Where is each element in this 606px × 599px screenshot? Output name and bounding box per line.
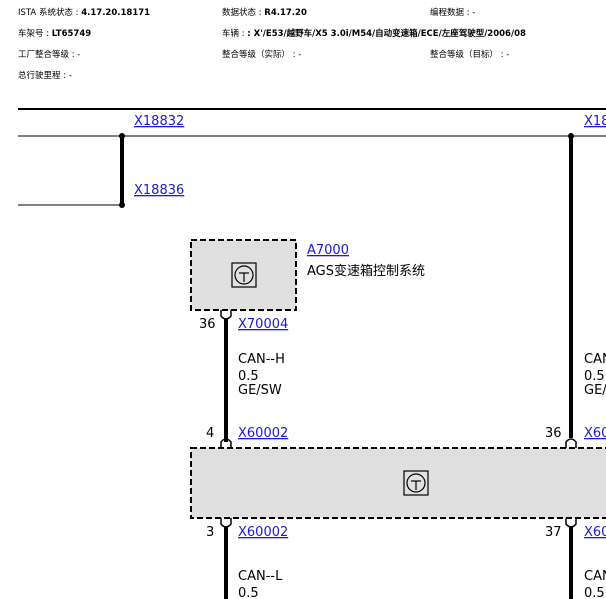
connector-x18832-link[interactable]: X18832 [134,114,184,129]
connector-x60002-bottom-link[interactable]: X60002 [238,525,288,540]
pin-marker-bus-right-bottom [565,518,577,528]
pin-marker-bus-left-bottom [220,518,232,528]
wiring-diagram: X18832 X18 X18836 A7000 AGS变速箱控制系统 36 X7… [18,114,606,599]
wire-signal-can-h: CAN--H [238,352,285,367]
pin-marker-module [220,310,232,320]
pin-37-bus: 37 [545,525,562,540]
wire-size-left-bottom: 0.5 [238,586,259,599]
wire-color-right-top: GE/ [584,383,606,398]
pin-marker-bus-right-top [565,438,577,448]
connector-x60-right-bottom-link[interactable]: X60 [584,525,606,540]
wire-size-right-top: 0.5 [584,369,605,384]
branch-node-top [119,133,125,139]
connector-x60-right-top-link[interactable]: X60 [584,426,606,441]
ecu-icon [403,470,429,496]
pin-36-bus: 36 [545,426,562,441]
pin-36-module: 36 [199,317,216,332]
ecu-icon [231,262,257,288]
right-node-top [568,133,574,139]
wire-color-left-top: GE/SW [238,383,282,398]
connector-x18836-link[interactable]: X18836 [134,183,184,198]
pin-4-bus: 4 [206,426,214,441]
module-name: AGS变速箱控制系统 [307,263,425,279]
wire-signal-right-top: CAN [584,352,606,367]
bus-module-box[interactable] [190,447,606,519]
wire-size-right-bottom: 0.5 [584,586,605,599]
wire-signal-can-l: CAN--L [238,569,283,584]
connector-x18-right-link[interactable]: X18 [584,114,606,129]
connector-x70004-link[interactable]: X70004 [238,317,288,332]
connector-x60002-top-link[interactable]: X60002 [238,426,288,441]
pin-3-bus: 3 [206,525,214,540]
wire-signal-right-bottom: CAN [584,569,606,584]
wire-size-left-top: 0.5 [238,369,259,384]
module-a7000-link[interactable]: A7000 [307,243,349,258]
